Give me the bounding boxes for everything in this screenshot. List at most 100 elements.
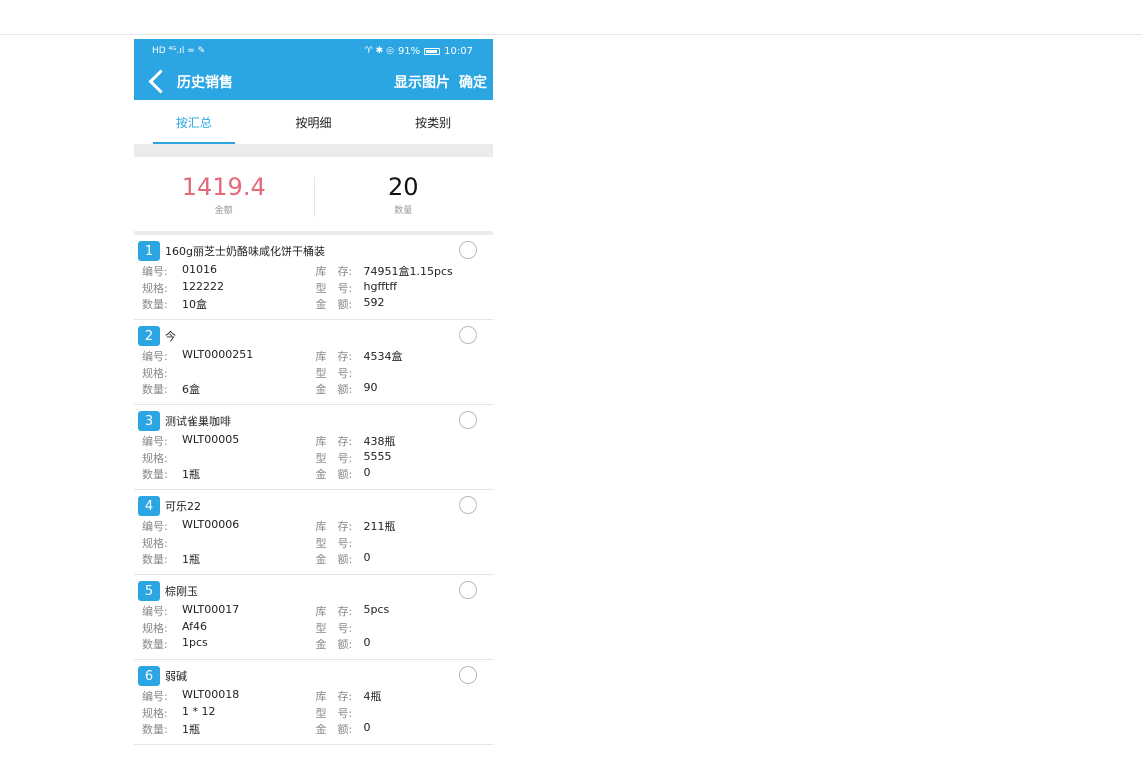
back-arrow-icon[interactable] — [148, 69, 173, 94]
code-label: 编号: — [142, 350, 168, 364]
item-name: 今 — [165, 330, 176, 343]
stock-label: 库 存: — [315, 605, 353, 619]
item-name: 可乐22 — [165, 500, 201, 513]
list-item[interactable]: 1 160g丽芝士奶酪味咸化饼干桶装 编号: 01016 库 存: 74951盒1.… — [134, 235, 493, 320]
item-index-badge: 5 — [138, 581, 160, 601]
section-gap — [134, 145, 493, 157]
item-code: WLT00006 — [182, 518, 240, 532]
model-label: 型 号: — [315, 536, 353, 550]
item-code: WLT00005 — [182, 433, 240, 447]
tab-category[interactable]: 按类别 — [373, 100, 493, 144]
page-title: 历史销售 — [177, 74, 233, 91]
amount-label: 金 额: — [315, 383, 353, 397]
amount-label: 金 额: — [315, 638, 353, 652]
item-qty: 1瓶 — [182, 553, 200, 567]
item-amount: 0 — [363, 721, 371, 735]
select-radio[interactable] — [459, 581, 477, 599]
list-item[interactable]: 2 今 编号: WLT0000251 库 存: 4534盒 规格: 型 号: 数量:… — [134, 320, 493, 405]
spec-label: 规格: — [142, 621, 168, 635]
item-stock: 4瓶 — [363, 690, 382, 704]
item-name: 棕刚玉 — [165, 585, 198, 598]
confirm-button[interactable]: 确定 — [459, 72, 487, 92]
item-code: 01016 — [182, 263, 217, 277]
item-amount: 592 — [363, 296, 385, 310]
top-divider — [0, 34, 1142, 35]
tab-detail[interactable]: 按明细 — [254, 100, 374, 144]
nav-bar: 历史销售 显示图片 确定 — [134, 63, 493, 100]
amount-label: 金 额: — [315, 723, 353, 737]
list-item[interactable]: 5 棕刚玉 编号: WLT00017 库 存: 5pcs 规格: Af46 型 号: … — [134, 575, 493, 660]
spec-label: 规格: — [142, 451, 168, 465]
stock-label: 库 存: — [315, 690, 353, 704]
item-name: 测试雀巢咖啡 — [165, 415, 231, 428]
qty-label: 数量: — [142, 638, 168, 652]
signal-wifi-icon: HD ⁴ᴳ.ıl ≈ ✎ — [152, 45, 206, 56]
item-qty: 1瓶 — [182, 723, 200, 737]
status-bar: HD ⁴ᴳ.ıl ≈ ✎ ♈ ✱ ◎ 91% 10:07 — [134, 39, 493, 63]
list-item[interactable]: 4 可乐22 编号: WLT00006 库 存: 211瓶 规格: 型 号: 数量:… — [134, 490, 493, 575]
battery-icon — [424, 47, 441, 55]
total-quantity: 20 — [387, 172, 419, 201]
select-radio[interactable] — [459, 411, 477, 429]
code-label: 编号: — [142, 690, 168, 704]
model-label: 型 号: — [315, 366, 353, 380]
amount-label: 金 额: — [315, 298, 353, 312]
item-spec: Af46 — [182, 619, 208, 633]
qty-label: 数量: — [142, 383, 168, 397]
model-label: 型 号: — [315, 281, 353, 295]
clock: 10:07 — [444, 45, 473, 57]
qty-label: 数量: — [142, 723, 168, 737]
item-index-badge: 4 — [138, 496, 160, 516]
item-qty: 1瓶 — [182, 468, 200, 482]
show-images-button[interactable]: 显示图片 — [394, 72, 450, 92]
spec-label: 规格: — [142, 366, 168, 380]
list-item[interactable]: 3 测试雀巢咖啡 编号: WLT00005 库 存: 438瓶 规格: 型 号: 55… — [134, 405, 493, 490]
stock-label: 库 存: — [315, 435, 353, 449]
item-stock: 5pcs — [363, 603, 390, 617]
total-amount: 1419.4 — [181, 172, 266, 201]
item-index-badge: 2 — [138, 326, 160, 346]
amount-label: 金 额: — [315, 468, 353, 482]
model-label: 型 号: — [315, 451, 353, 465]
code-label: 编号: — [142, 520, 168, 534]
item-stock: 4534盒 — [363, 350, 403, 364]
qty-label: 数量: — [142, 553, 168, 567]
item-model: hgfftff — [363, 279, 397, 293]
select-radio[interactable] — [459, 666, 477, 684]
list-item[interactable]: 6 弱碱 编号: WLT00018 库 存: 4瓶 规格: 1 * 12 型 号: 数… — [134, 660, 493, 745]
spec-label: 规格: — [142, 536, 168, 550]
model-label: 型 号: — [315, 621, 353, 635]
tab-summary[interactable]: 按汇总 — [134, 100, 254, 144]
code-label: 编号: — [142, 605, 168, 619]
code-label: 编号: — [142, 435, 168, 449]
qty-label: 数量: — [142, 298, 168, 312]
item-name: 弱碱 — [165, 670, 187, 683]
item-model: 5555 — [363, 449, 392, 463]
item-name: 160g丽芝士奶酪味咸化饼干桶装 — [165, 245, 325, 258]
item-amount: 0 — [363, 466, 371, 480]
item-spec: 122222 — [182, 279, 224, 293]
item-code: WLT00017 — [182, 603, 240, 617]
item-qty: 1pcs — [182, 636, 208, 650]
select-radio[interactable] — [459, 241, 477, 259]
item-index-badge: 1 — [138, 241, 160, 261]
sales-list: 1 160g丽芝士奶酪味咸化饼干桶装 编号: 01016 库 存: 74951盒1.… — [134, 235, 493, 745]
item-code: WLT00018 — [182, 688, 240, 702]
tab-bar: 按汇总 按明细 按类别 — [134, 100, 493, 145]
item-qty: 6盒 — [182, 383, 200, 397]
stock-label: 库 存: — [315, 265, 353, 279]
select-radio[interactable] — [459, 326, 477, 344]
stock-label: 库 存: — [315, 350, 353, 364]
item-stock: 438瓶 — [363, 435, 396, 449]
select-radio[interactable] — [459, 496, 477, 514]
status-icons: ♈ ✱ ◎ — [364, 45, 394, 56]
total-quantity-label: 数量 — [394, 205, 413, 216]
phone-screen: HD ⁴ᴳ.ıl ≈ ✎ ♈ ✱ ◎ 91% 10:07 历史销售 显示图片 确… — [134, 39, 493, 759]
item-index-badge: 3 — [138, 411, 160, 431]
amount-label: 金 额: — [315, 553, 353, 567]
spec-label: 规格: — [142, 706, 168, 720]
item-stock: 74951盒1.15pcs — [363, 265, 453, 279]
item-code: WLT0000251 — [182, 348, 254, 362]
item-stock: 211瓶 — [363, 520, 396, 534]
code-label: 编号: — [142, 265, 168, 279]
